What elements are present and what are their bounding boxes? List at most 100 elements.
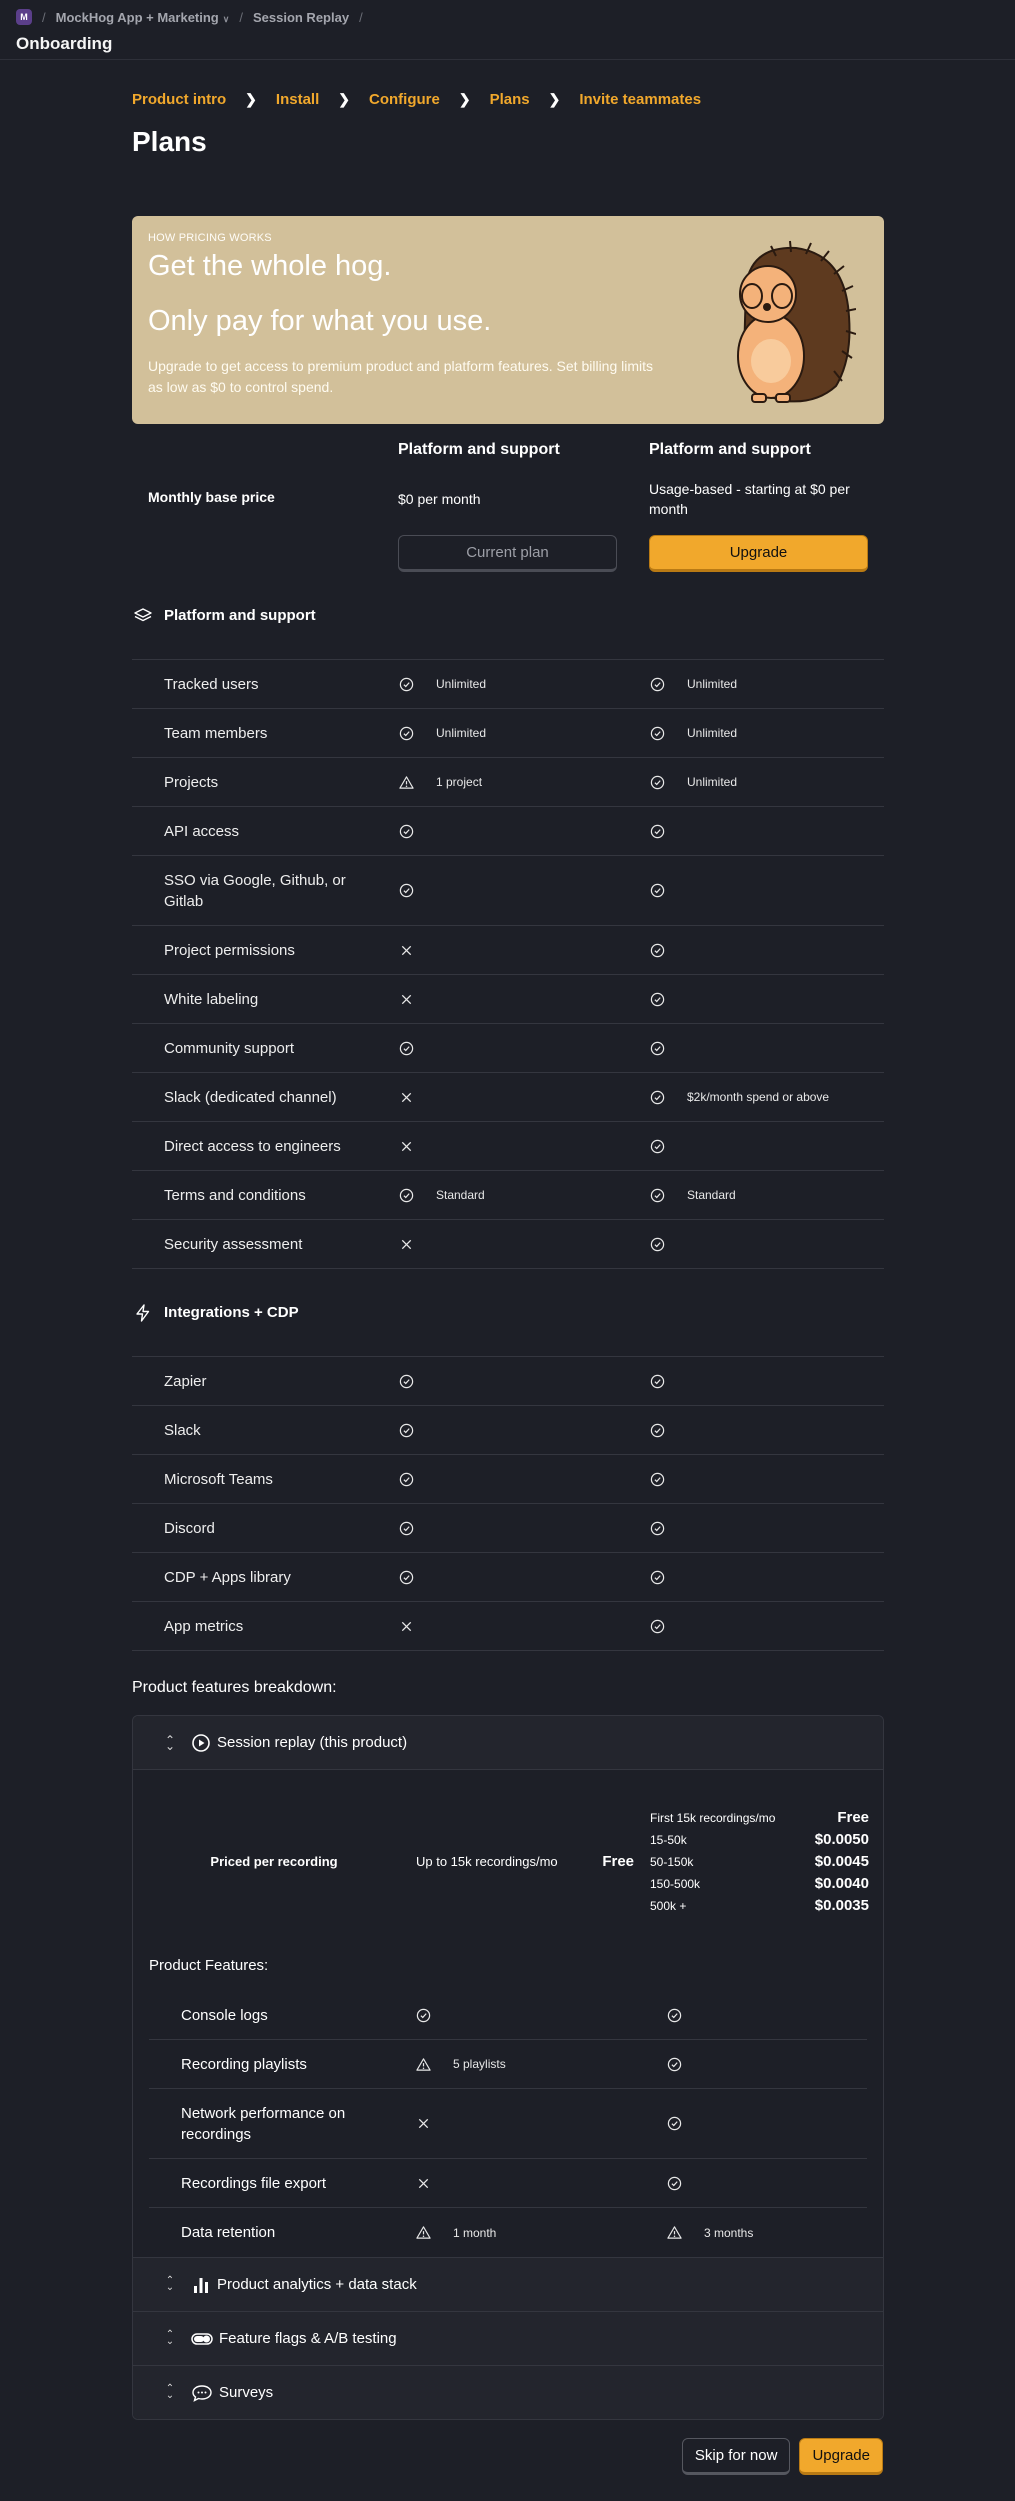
check-circle-icon [650,1423,676,1438]
product-features: Console logs Recording playlists 5 playlis… [149,1991,867,2257]
hedgehog-mascot-icon [737,240,856,403]
plan-header-paid: Platform and support [649,441,811,458]
feature-row: App metrics [132,1602,884,1651]
product-feature-row: Console logs [149,1991,867,2040]
accordion-header[interactable]: ⌃ ⌄ Feature flags & A/B testing [133,2311,883,2365]
feature-row: White labeling [132,975,884,1024]
free-tier-range: Up to 15k recordings/mo [416,1854,558,1869]
breadcrumb-product[interactable]: Session Replay [253,10,349,25]
feature-cell: Standard [633,1188,884,1203]
feature-row: CDP + Apps library [132,1553,884,1602]
page-heading: Onboarding [16,34,113,53]
tier-row: 150-500k $0.0040 [650,1873,869,1895]
step-install[interactable]: Install [276,91,319,108]
tier-price: $0.0050 [814,1831,869,1848]
feature-cell [633,1472,884,1487]
feature-cell [650,2008,869,2023]
feature-cell [633,1374,884,1389]
feature-name: Data retention [181,2224,276,2241]
page-title: Plans [132,126,207,157]
toggle-icon [191,2329,213,2349]
feature-cell-text: Standard [436,1188,485,1202]
breadcrumb-separator: / [42,9,46,25]
upgrade-button[interactable]: Upgrade [649,535,868,572]
tier-range: 500k + [650,1898,687,1913]
feature-name: Security assessment [164,1235,303,1253]
stack-icon [132,605,154,627]
feature-cell-text: 1 project [436,775,483,789]
main-content: Product intro ❯ Install ❯ Configure ❯ Pl… [132,60,884,2420]
product-feature-row: Recording playlists 5 playlists [149,2040,867,2089]
breadcrumb-separator: / [239,9,243,25]
feature-name: Network performance on recordings [181,2104,346,2143]
session-replay-details: Priced per recording Up to 15k recording… [133,1770,883,2257]
feature-cell [382,1423,633,1438]
x-icon [399,1090,425,1105]
plan-headers: Platform and support Platform and suppor… [132,441,884,459]
warning-icon [399,775,425,790]
upgrade-cell: Upgrade [633,535,884,572]
feature-cell-text: 1 month [453,2225,497,2240]
check-circle-icon [399,1472,425,1487]
feature-cell [382,883,633,898]
feature-cell: Standard [382,1188,633,1203]
step-product-intro[interactable]: Product intro [132,91,226,108]
feature-row: SSO via Google, Github, or Gitlab [132,856,884,926]
feature-cell-text: Unlimited [687,775,738,789]
feature-cell: 1 project [382,775,633,790]
footer-actions: Skip for now Upgrade [681,2438,883,2475]
feature-row: Community support [132,1024,884,1073]
step-invite-teammates[interactable]: Invite teammates [579,91,701,108]
accordion-title: Feature flags & A/B testing [219,2330,397,2347]
check-circle-icon [650,1472,676,1487]
play-circle-icon [191,1733,211,1753]
feature-name: App metrics [164,1617,244,1635]
price-row: Monthly base price $0 per month Usage-ba… [132,479,884,519]
check-circle-icon [399,883,425,898]
step-plans[interactable]: Plans [490,91,530,108]
accordion-header[interactable]: ⌃ ⌄ Surveys [133,2365,883,2419]
check-circle-icon [650,775,676,790]
feature-name: CDP + Apps library [164,1568,291,1586]
feature-cell [382,1090,633,1105]
plan-header-spacer [132,441,382,459]
feature-cell: $2k/month spend or above [633,1090,884,1105]
footer-upgrade-button[interactable]: Upgrade [799,2438,883,2475]
feature-name: Community support [164,1039,295,1057]
feature-cell [399,2116,650,2131]
check-circle-icon [650,1521,676,1536]
chevron-right-icon: ❯ [245,90,257,107]
expand-icon: ⌃ ⌄ [165,2329,175,2347]
skip-button[interactable]: Skip for now [681,2438,791,2475]
feature-cell-text: Unlimited [687,726,738,740]
feature-cell: Unlimited [633,677,884,692]
accordion-session-replay[interactable]: ⌃ ⌄ Session replay (this product) [133,1716,883,1770]
check-circle-icon [650,992,676,1007]
accordion-header[interactable]: ⌃ ⌄ Product analytics + data stack [133,2257,883,2311]
collapsed-accordions: ⌃ ⌄ Product analytics + data stack ⌃ ⌄ Featur… [133,2257,883,2419]
feature-name: Direct access to engineers [164,1137,341,1155]
plan-buttons: Current plan Upgrade [132,535,884,572]
accordion-title: Surveys [219,2384,274,2401]
tier-range: 150-500k [650,1876,701,1891]
tier-row: 15-50k $0.0050 [650,1829,869,1851]
breadcrumb-org[interactable]: MockHog App + Marketing ∨ [56,10,230,25]
chevron-down-icon: ∨ [222,13,230,24]
org-avatar[interactable]: M [16,9,32,25]
check-circle-icon [667,2057,693,2072]
feature-cell: Unlimited [382,726,633,741]
feature-name: Projects [164,773,219,791]
feature-cell-text: 5 playlists [453,2057,506,2071]
section-header: Integrations + CDP [132,1269,884,1357]
tier-price: Free [837,1809,869,1826]
chevron-right-icon: ❯ [338,90,350,107]
step-configure[interactable]: Configure [369,91,440,108]
check-circle-icon [667,2116,693,2131]
check-circle-icon [650,1090,676,1105]
feature-cell [382,824,633,839]
x-icon [416,2176,442,2191]
feature-row: Slack [132,1406,884,1455]
check-circle-icon [399,726,425,741]
feature-cell-text: 3 months [704,2225,754,2240]
feature-name: Recordings file export [181,2174,327,2192]
